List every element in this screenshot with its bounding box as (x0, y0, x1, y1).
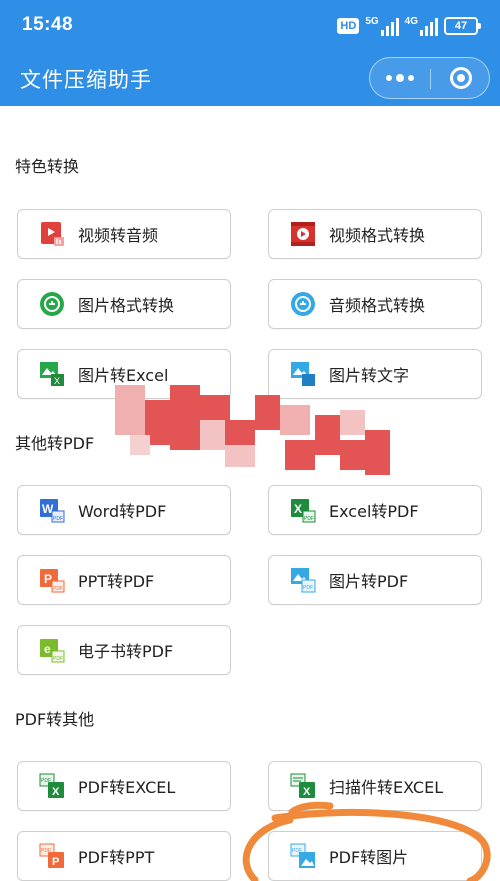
signal-bars-icon (420, 17, 438, 36)
svg-text:P: P (44, 572, 52, 586)
ebook-icon: e PDF (38, 636, 66, 664)
svg-text:X: X (294, 502, 302, 516)
audio-format-button[interactable]: 音频格式转换 (268, 279, 482, 329)
button-label: 图片转文字 (329, 366, 410, 385)
section-title-other-to-pdf: 其他转PDF (15, 434, 95, 453)
scan-excel-icon: X (289, 772, 317, 800)
svg-text:PDF: PDF (304, 516, 314, 522)
section-title-pdf-to-other: PDF转其他 (15, 710, 95, 729)
button-label: PPT转PDF (78, 572, 155, 591)
word-icon: W PDF (38, 496, 66, 524)
button-label: 音频格式转换 (329, 296, 426, 315)
network-label-4g: 4G (404, 15, 418, 27)
page-title: 文件压缩助手 (20, 68, 152, 92)
image-format-button[interactable]: 图片格式转换 (17, 279, 231, 329)
svg-text:X: X (303, 786, 311, 798)
battery-level: 47 (454, 20, 468, 32)
image-format-icon (38, 290, 66, 318)
close-button[interactable] (431, 58, 491, 98)
pdf-ppt-icon: PDF P (38, 842, 66, 870)
network-label-5g: 5G (365, 15, 379, 27)
pdf-to-excel-button[interactable]: PDF X PDF转EXCEL (17, 761, 231, 811)
word-to-pdf-button[interactable]: W PDF Word转PDF (17, 485, 231, 535)
svg-text:PDF: PDF (303, 585, 313, 591)
more-button[interactable] (370, 58, 430, 98)
button-label: 图片格式转换 (78, 296, 175, 315)
clock: 15:48 (22, 14, 74, 35)
app-header: 15:48 HD 5G 4G 47 文件压缩助手 (0, 0, 500, 106)
hd-badge: HD (337, 18, 360, 34)
image-text-icon (289, 360, 317, 388)
pdf-to-image-button[interactable]: PDF PDF转图片 (268, 831, 482, 881)
ebook-to-pdf-button[interactable]: e PDF 电子书转PDF (17, 625, 231, 675)
video-format-icon (289, 220, 317, 248)
status-indicators: HD 5G 4G 47 (337, 15, 481, 37)
image-pdf-icon: PDF (289, 566, 317, 594)
button-label: PDF转EXCEL (78, 778, 176, 797)
excel-to-pdf-button[interactable]: X PDF Excel转PDF (268, 485, 482, 535)
svg-text:e: e (44, 642, 51, 656)
svg-text:PDF: PDF (53, 586, 63, 592)
signal-5g: 5G (365, 15, 399, 36)
button-label: Word转PDF (78, 502, 167, 521)
button-label: 视频转音频 (78, 226, 159, 245)
image-to-text-button[interactable]: 图片转文字 (268, 349, 482, 399)
excel-icon: X PDF (289, 496, 317, 524)
button-label: PDF转PPT (78, 848, 155, 867)
button-label: 视频格式转换 (329, 226, 426, 245)
svg-text:PDF: PDF (53, 516, 63, 522)
svg-text:PDF: PDF (53, 656, 63, 662)
svg-text:X: X (54, 376, 60, 386)
audio-format-icon (289, 290, 317, 318)
video-to-audio-button[interactable]: 视频转音频 (17, 209, 231, 259)
pdf-to-ppt-button[interactable]: PDF P PDF转PPT (17, 831, 231, 881)
ppt-icon: P PDF (38, 566, 66, 594)
pdf-excel-icon: PDF X (38, 772, 66, 800)
video-format-button[interactable]: 视频格式转换 (268, 209, 482, 259)
pdf-image-icon: PDF (289, 842, 317, 870)
video-audio-icon (38, 220, 66, 248)
button-label: 扫描件转EXCEL (329, 778, 444, 797)
button-label: 图片转PDF (329, 572, 409, 591)
ppt-to-pdf-button[interactable]: P PDF PPT转PDF (17, 555, 231, 605)
button-label: Excel转PDF (329, 502, 419, 521)
battery-icon: 47 (444, 17, 481, 35)
mini-program-capsule (369, 57, 490, 99)
image-to-pdf-button[interactable]: PDF 图片转PDF (268, 555, 482, 605)
scan-to-excel-button[interactable]: X 扫描件转EXCEL (268, 761, 482, 811)
button-label: 图片转Excel (78, 366, 169, 385)
target-close-icon (450, 67, 472, 89)
signal-4g: 4G (404, 15, 438, 36)
image-excel-icon: X (38, 360, 66, 388)
section-title-special: 特色转换 (15, 157, 80, 176)
svg-text:P: P (52, 856, 59, 868)
signal-bars-icon (380, 17, 399, 36)
svg-text:X: X (52, 786, 60, 798)
button-label: 电子书转PDF (78, 642, 174, 661)
button-label: PDF转图片 (329, 848, 409, 867)
status-bar: 15:48 HD 5G 4G 47 (0, 0, 500, 52)
